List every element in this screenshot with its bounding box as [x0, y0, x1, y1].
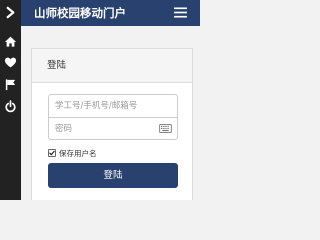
password-input[interactable]: [49, 118, 177, 140]
login-panel-heading: 登陆: [32, 49, 192, 83]
login-panel-title: 登陆: [47, 60, 67, 71]
flag-icon[interactable]: [4, 78, 17, 91]
credentials-input-group: [48, 94, 178, 140]
keyboard-icon[interactable]: [159, 124, 172, 133]
app-title: 山师校园移动门户: [34, 6, 126, 20]
app-header: 山师校园移动门户: [21, 0, 200, 26]
power-icon[interactable]: [4, 100, 17, 113]
username-input[interactable]: [49, 95, 177, 117]
app-root: 山师校园移动门户 登陆 学工号/手机号/邮箱号 保存用户名 登陆: [0, 0, 200, 200]
chevron-right-icon[interactable]: [4, 6, 17, 19]
home-icon[interactable]: [4, 35, 17, 48]
login-button[interactable]: 登陆: [48, 163, 178, 188]
remember-username-checkbox[interactable]: [48, 149, 56, 157]
heart-icon[interactable]: [4, 56, 17, 69]
checkmark-icon: [49, 150, 55, 156]
hamburger-menu-icon[interactable]: [174, 7, 187, 18]
login-panel: 登陆 保: [31, 48, 193, 200]
remember-username-label: 保存用户名: [59, 149, 97, 158]
sidebar: [0, 0, 21, 200]
